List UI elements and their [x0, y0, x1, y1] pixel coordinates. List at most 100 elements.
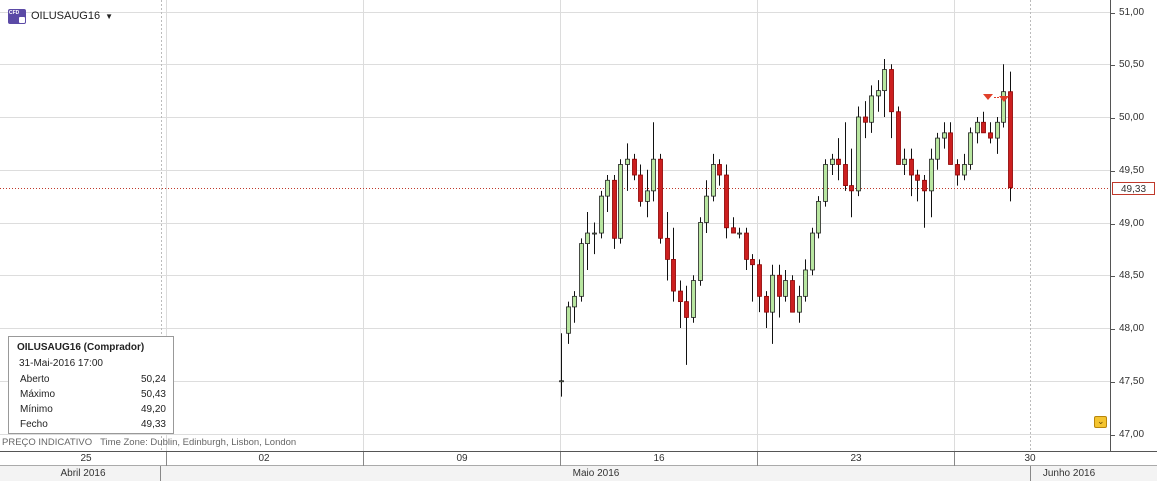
date-axis-months[interactable]: Abril 2016 Maio 2016 Junho 2016: [0, 466, 1157, 481]
info-row-open: Aberto 50,24: [20, 374, 166, 385]
candle-up: [559, 380, 564, 383]
candle-down: [724, 174, 729, 229]
candle-down: [915, 174, 920, 181]
candle-up: [592, 232, 597, 235]
candle-up: [625, 158, 630, 165]
candle-up: [995, 121, 1000, 139]
candle-up: [882, 69, 887, 92]
candle-down: [955, 164, 960, 176]
candle-up: [803, 269, 808, 297]
candle-down: [671, 259, 676, 292]
candle-down: [731, 227, 736, 234]
chevron-down-icon: ⌄: [1097, 416, 1105, 426]
y-tick-label: 47,50: [1119, 375, 1145, 387]
y-tick-label: 49,00: [1119, 217, 1145, 229]
candle-up: [704, 195, 709, 223]
info-row-value: 49,33: [140, 419, 166, 430]
candle-down: [684, 301, 689, 318]
y-tick-mark: [1111, 328, 1115, 330]
y-tick-label: 49,50: [1119, 164, 1145, 176]
candle-down: [777, 274, 782, 297]
month-label: Junho 2016: [1042, 468, 1096, 479]
candle-up: [618, 164, 623, 239]
candle-up: [816, 200, 821, 234]
cfd-icon-text: CFD: [9, 9, 20, 16]
candle-up: [942, 132, 947, 139]
caret-down-icon[interactable]: ▼: [105, 12, 113, 21]
x-tick-label: 30: [1024, 453, 1036, 464]
candle-down: [843, 164, 848, 186]
candle-up: [698, 222, 703, 281]
candle-up: [935, 137, 940, 160]
candle-up: [572, 295, 577, 308]
info-row-label: Mínimo: [20, 404, 53, 415]
candle-up: [968, 132, 973, 165]
candle-down: [836, 158, 841, 165]
y-tick-label: 50,00: [1119, 111, 1145, 123]
month-label: Abril 2016: [60, 468, 106, 479]
candle-down: [896, 111, 901, 165]
candle-up: [975, 121, 980, 134]
info-row-close: Fecho 49,33: [20, 419, 166, 430]
info-row-label: Aberto: [20, 374, 50, 385]
y-tick-label: 48,00: [1119, 322, 1145, 334]
info-row-label: Máximo: [20, 389, 56, 400]
x-tick-label: 25: [80, 453, 92, 464]
candle-up: [783, 280, 788, 297]
instrument-selector[interactable]: CFD OILUSAUG16 ▼: [8, 8, 113, 24]
y-tick-mark: [1111, 434, 1115, 436]
x-tick-label: 02: [258, 453, 270, 464]
candle-down: [658, 158, 663, 239]
signal-marker-icon: [999, 96, 1009, 102]
date-axis-days[interactable]: 25 02 09 16 23 30: [0, 451, 1157, 467]
candle-up: [902, 158, 907, 165]
candle-up: [929, 158, 934, 192]
y-tick-label: 50,50: [1119, 58, 1145, 70]
candle-up: [797, 295, 802, 313]
info-box-date: 31-Mai-2016 17:00: [19, 358, 103, 369]
indicative-label: PREÇO INDICATIVO: [2, 437, 93, 448]
candle-up: [599, 195, 604, 234]
candle-up: [566, 306, 571, 334]
candle-down: [638, 174, 643, 202]
candle-down: [678, 290, 683, 303]
candle-down: [889, 69, 894, 113]
x-tick-label: 09: [456, 453, 468, 464]
candle-up: [691, 280, 696, 318]
candle-down: [632, 158, 637, 176]
y-tick-mark: [1111, 64, 1115, 66]
scroll-latest-button[interactable]: ⌄: [1094, 416, 1107, 428]
candle-down: [744, 232, 749, 260]
candle-down: [981, 121, 986, 134]
y-tick-mark: [1111, 275, 1115, 277]
candle-up: [810, 232, 815, 271]
candle-up: [876, 90, 881, 97]
candle-down: [1008, 91, 1013, 189]
candle-up: [585, 232, 590, 245]
candle-down: [750, 259, 755, 266]
chart-area[interactable]: CFD OILUSAUG16 ▼ OILUSAUG16 (Comprador) …: [0, 0, 1110, 451]
info-row-low: Mínimo 49,20: [20, 404, 166, 415]
candle-down: [909, 158, 914, 176]
candle-up: [962, 164, 967, 176]
candle-up: [645, 190, 650, 202]
cfd-icon: CFD: [8, 8, 26, 24]
timezone-label: Time Zone: Dublin, Edinburgh, Lisbon, Lo…: [100, 437, 297, 448]
candle-up: [869, 95, 874, 123]
x-tick-label: 16: [653, 453, 665, 464]
info-row-label: Fecho: [20, 419, 48, 430]
y-tick-mark: [1111, 381, 1115, 383]
price-axis[interactable]: 51,00 50,50 50,00 49,50 49,00 48,50 48,00 47,50…: [1110, 0, 1157, 451]
candle-down: [757, 264, 762, 297]
candle-down: [790, 280, 795, 313]
candle-down: [612, 179, 617, 239]
candle-up: [605, 179, 610, 197]
candle-up: [830, 158, 835, 165]
instrument-name: OILUSAUG16: [31, 10, 101, 22]
candle-up: [770, 274, 775, 313]
info-row-value: 50,43: [140, 389, 166, 400]
candle-down: [717, 164, 722, 176]
ohlc-info-box: OILUSAUG16 (Comprador) 31-Mai-2016 17:00…: [8, 336, 174, 434]
y-tick-label: 51,00: [1119, 6, 1145, 18]
candle-down: [849, 185, 854, 192]
